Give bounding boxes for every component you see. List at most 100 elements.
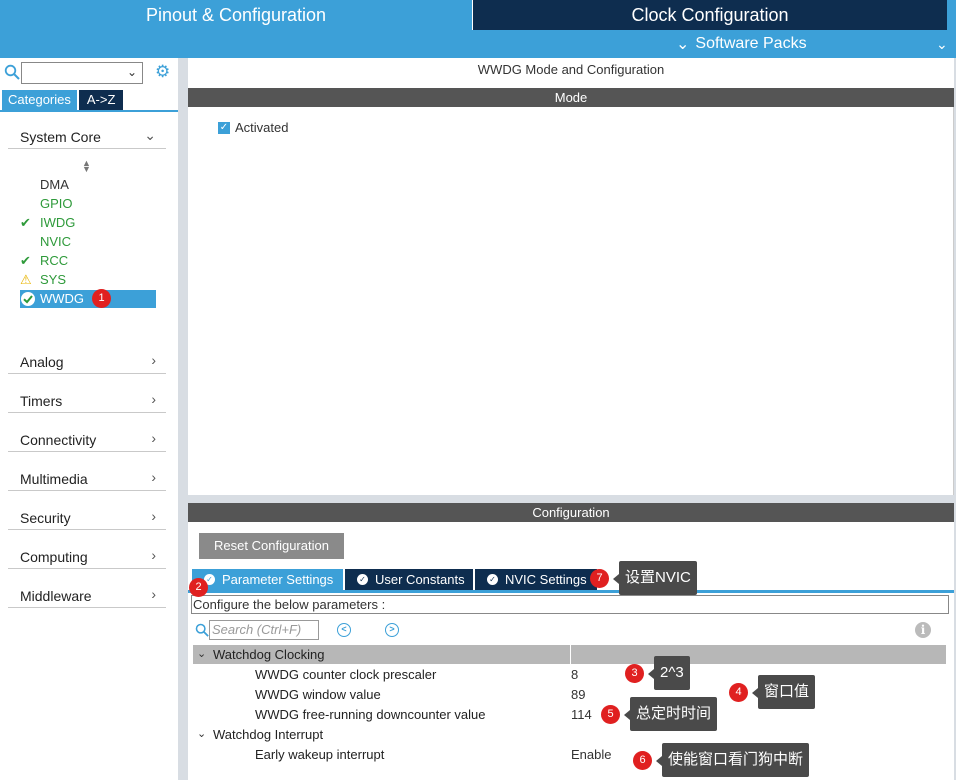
info-icon[interactable]: i [915, 622, 931, 638]
chevron-down-icon: ⌄ [144, 127, 156, 143]
tab-label: NVIC Settings [505, 572, 587, 587]
chevron-right-icon: › [151, 352, 156, 368]
annotation-badge: 5 [601, 705, 620, 724]
tab-user-constants[interactable]: ✓ User Constants [345, 569, 473, 590]
chevron-right-icon: › [151, 430, 156, 446]
tab-label: User Constants [375, 572, 465, 587]
category-security[interactable]: Security › [8, 506, 166, 530]
parameter-search-input[interactable]: Search (Ctrl+F) [209, 620, 319, 640]
check-circle-icon: ✓ [357, 574, 368, 585]
category-label: Analog [20, 354, 64, 370]
tab-nvic-settings[interactable]: ✓ NVIC Settings [475, 569, 597, 590]
previous-icon[interactable]: < [337, 623, 351, 637]
category-timers[interactable]: Timers › [8, 389, 166, 413]
chevron-down-icon: ⌄ [126, 65, 137, 79]
mode-panel-title: WWDG Mode and Configuration [477, 62, 665, 77]
annotation-badge: 4 [729, 683, 748, 702]
tab-underline [188, 590, 954, 593]
warning-icon: ⚠ [20, 272, 32, 287]
annotation-tooltip: 总定时时间 [623, 697, 718, 731]
group-label: Watchdog Interrupt [213, 727, 324, 742]
sidebar-item-nvic[interactable]: NVIC [20, 233, 156, 251]
param-value[interactable]: Enable [571, 747, 611, 762]
category-connectivity[interactable]: Connectivity › [8, 428, 166, 452]
category-analog[interactable]: Analog › [8, 350, 166, 374]
search-icon[interactable] [4, 64, 20, 80]
category-label: Computing [20, 549, 88, 565]
param-value[interactable]: 114 [571, 707, 592, 722]
param-label: WWDG free-running downcounter value [255, 707, 486, 722]
next-icon[interactable]: > [385, 623, 399, 637]
category-label: Multimedia [20, 471, 88, 487]
chevron-right-icon: › [151, 469, 156, 485]
tab-strip-edge [947, 0, 956, 30]
sidebar-item-sys[interactable]: ⚠ SYS [20, 271, 156, 289]
sidebar-item-label: IWDG [40, 215, 76, 230]
software-packs-menu[interactable]: ⌄ Software Packs [676, 30, 807, 58]
annotation-tooltip: 窗口值 [751, 675, 816, 709]
checkmark-icon: ✔ [20, 215, 31, 230]
configuration-section-header: Configuration [188, 503, 954, 522]
chevron-down-icon[interactable]: ⌄ [197, 725, 206, 744]
sort-icon[interactable]: ▲ ▼ [82, 159, 91, 174]
panel-splitter[interactable] [188, 495, 956, 503]
chevron-down-icon[interactable]: ⌄ [197, 645, 206, 664]
param-label: Early wakeup interrupt [255, 747, 385, 762]
category-label: Connectivity [20, 432, 97, 448]
chevron-down-icon[interactable]: ⌄ [936, 30, 948, 58]
annotation-badge: 6 [633, 751, 652, 770]
param-label: WWDG window value [255, 687, 381, 702]
gear-icon[interactable]: ⚙ [155, 63, 173, 81]
category-middleware[interactable]: Middleware › [8, 584, 166, 608]
category-computing[interactable]: Computing › [8, 545, 166, 569]
annotation-tooltip: 使能窗口看门狗中断 [655, 743, 810, 777]
sidebar-item-gpio[interactable]: GPIO [20, 195, 156, 213]
category-multimedia[interactable]: Multimedia › [8, 467, 166, 491]
tab-pinout-configuration[interactable]: Pinout & Configuration [0, 0, 472, 30]
tab-a-to-z[interactable]: A->Z [78, 90, 124, 110]
sidebar-item-dma[interactable]: DMA [20, 176, 156, 194]
tab-label: Parameter Settings [222, 572, 334, 587]
sidebar-item-label: NVIC [40, 234, 72, 249]
checkmark-icon: ✔ [20, 253, 31, 268]
activated-checkbox[interactable]: ✓ [218, 122, 230, 134]
annotation-tooltip: 2^3 [648, 656, 690, 690]
tab-categories[interactable]: Categories [2, 90, 77, 110]
annotation-badge: 7 [590, 569, 609, 588]
reset-configuration-button[interactable]: Reset Configuration [199, 533, 344, 559]
sidebar-item-rcc[interactable]: ✔ RCC [20, 252, 156, 270]
mode-panel [188, 107, 954, 495]
annotation-tooltip: 设置NVIC [613, 561, 697, 595]
tab-underline [0, 110, 178, 112]
sidebar-item-iwdg[interactable]: ✔ IWDG [20, 214, 156, 232]
software-packs-label: Software Packs [695, 35, 807, 52]
sidebar-item-wwdg[interactable]: WWDG [20, 290, 156, 308]
tab-parameter-settings[interactable]: ✓ Parameter Settings [192, 569, 343, 590]
sidebar-item-label: DMA [40, 177, 69, 192]
sidebar-item-label: GPIO [40, 196, 73, 211]
category-label: Timers [20, 393, 63, 409]
sidebar-item-label: WWDG [40, 291, 85, 306]
param-value[interactable]: 8 [571, 667, 578, 682]
chevron-down-icon: ⌄ [676, 36, 690, 53]
group-label: Watchdog Clocking [213, 647, 325, 662]
category-system-core[interactable]: System Core ⌄ [8, 125, 166, 149]
group-value-column [570, 645, 946, 664]
annotation-badge: 2 [189, 578, 208, 597]
annotation-badge: 1 [92, 289, 111, 308]
activated-label: Activated [235, 120, 289, 135]
search-combobox[interactable]: ⌄ [21, 62, 143, 84]
param-value[interactable]: 89 [571, 687, 585, 702]
sidebar-item-label: RCC [40, 253, 69, 268]
category-label: Middleware [20, 588, 92, 604]
software-packs-bar [0, 30, 956, 58]
chevron-right-icon: › [151, 547, 156, 563]
tab-clock-configuration[interactable]: Clock Configuration [473, 0, 947, 30]
chevron-right-icon: › [151, 391, 156, 407]
chevron-right-icon: › [151, 508, 156, 524]
check-circle-icon: ✓ [487, 574, 498, 585]
sidebar-splitter[interactable] [178, 58, 188, 780]
annotation-badge: 3 [625, 664, 644, 683]
chevron-right-icon: › [151, 586, 156, 602]
mode-section-header: Mode [188, 88, 954, 107]
